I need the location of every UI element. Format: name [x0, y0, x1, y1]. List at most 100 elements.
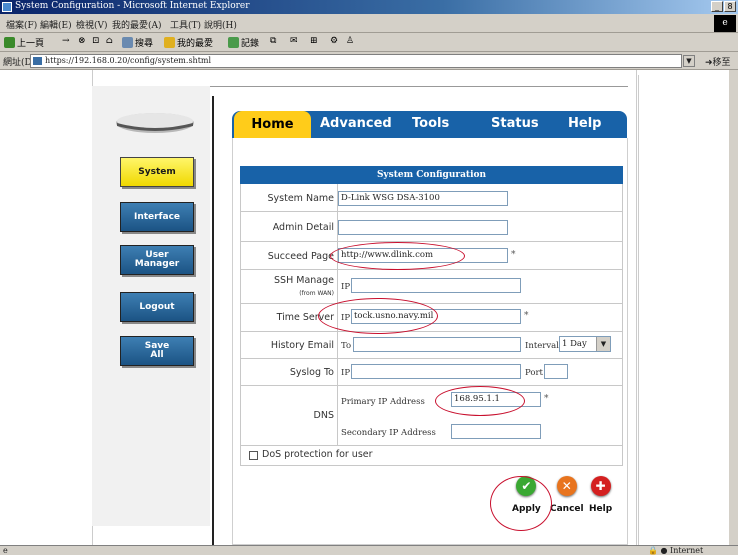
- nav-user-manager-label: User Manager: [134, 250, 180, 269]
- admin-detail-label: Admin Detail: [272, 222, 334, 233]
- ssh-manage-ip-input[interactable]: [351, 278, 521, 293]
- succeed-page-required: *: [511, 250, 516, 260]
- window-controls: _ 8: [711, 1, 736, 12]
- address-input[interactable]: https://192.168.0.20/config/system.shtml: [30, 54, 682, 68]
- cancel-label: Cancel: [550, 504, 584, 514]
- history-email-input[interactable]: [353, 337, 521, 352]
- config-header: System Configuration: [240, 166, 623, 184]
- nav-interface-button[interactable]: Interface: [120, 202, 194, 232]
- go-button[interactable]: ➜移至: [705, 55, 731, 68]
- interval-label: Interval: [525, 341, 559, 351]
- nav-system-label: System: [138, 166, 176, 177]
- menu-help[interactable]: 說明(H): [204, 18, 237, 31]
- history-email-label: History Email: [270, 340, 334, 351]
- home-button[interactable]: ⌂: [106, 36, 113, 46]
- favorites-button[interactable]: 我的最愛: [164, 36, 213, 49]
- row-system-name: System Name D-Link WSG DSA-3100: [240, 184, 623, 212]
- search-button[interactable]: 搜尋: [122, 36, 153, 49]
- print-button[interactable]: ✉: [290, 36, 298, 46]
- help-button[interactable]: ✚ Help: [589, 476, 612, 514]
- menu-tools[interactable]: 工具(T): [170, 18, 201, 31]
- interval-value: 1 Day: [562, 339, 587, 349]
- sidebar-divider: [212, 96, 214, 545]
- ie-throbber-icon: e: [714, 15, 736, 32]
- time-server-label: Time Server: [276, 312, 334, 323]
- tab-advanced[interactable]: Advanced: [320, 116, 392, 131]
- syslog-port-input[interactable]: [544, 364, 568, 379]
- cancel-button[interactable]: ✕ Cancel: [550, 476, 584, 514]
- syslog-ip-label: IP: [341, 368, 351, 378]
- back-button[interactable]: 上一頁: [4, 36, 44, 49]
- chevron-down-icon: ▼: [596, 337, 610, 351]
- nav-interface-label: Interface: [133, 211, 181, 222]
- succeed-page-input[interactable]: http://www.dlink.com: [338, 248, 508, 263]
- row-separator: [337, 332, 338, 358]
- nav-user-manager-button[interactable]: User Manager: [120, 245, 194, 275]
- history-icon: [228, 37, 239, 48]
- status-zone-label: Internet: [670, 546, 704, 555]
- row-separator: [337, 270, 338, 303]
- menu-view[interactable]: 檢視(V): [76, 18, 108, 31]
- help-label: Help: [589, 504, 613, 514]
- ssh-manage-label: SSH Manage: [274, 275, 334, 286]
- favorites-label: 我的最愛: [177, 39, 214, 49]
- address-url: https://192.168.0.20/config/system.shtml: [45, 56, 212, 65]
- tab-tools[interactable]: Tools: [412, 116, 449, 131]
- status-zone: 🔒 ● Internet: [648, 546, 704, 555]
- maximize-button[interactable]: 8: [724, 1, 736, 12]
- forward-button[interactable]: →: [62, 36, 70, 46]
- nav-save-all-label: Save All: [144, 341, 170, 360]
- nav-logout-button[interactable]: Logout: [120, 292, 194, 322]
- succeed-page-label: Succeed Page: [267, 251, 334, 262]
- row-dns: DNS Primary IP Address 168.95.1.1 * Seco…: [240, 386, 623, 446]
- refresh-button[interactable]: ⊡: [92, 36, 100, 46]
- tab-home[interactable]: Home: [234, 111, 311, 138]
- status-bar: e 🔒 ● Internet: [0, 545, 738, 555]
- apply-button[interactable]: ✔ Apply: [512, 476, 541, 514]
- dns-primary-label: Primary IP Address: [341, 397, 425, 407]
- row-succeed-page: Succeed Page http://www.dlink.com *: [240, 242, 623, 270]
- check-icon: ✔: [516, 476, 537, 496]
- history-label: 記錄: [241, 39, 260, 49]
- back-arrow-icon: [4, 37, 15, 48]
- nav-save-all-button[interactable]: Save All: [120, 336, 194, 366]
- page-icon: [33, 57, 42, 65]
- dns-secondary-label: Secondary IP Address: [341, 428, 436, 438]
- address-dropdown-icon[interactable]: ▼: [683, 55, 695, 67]
- dns-primary-input[interactable]: 168.95.1.1: [451, 392, 541, 407]
- tab-status[interactable]: Status: [491, 116, 539, 131]
- messenger-button[interactable]: ♙: [346, 36, 354, 46]
- menu-file[interactable]: 檔案(F): [6, 18, 37, 31]
- row-separator: [337, 359, 338, 385]
- menu-favorites[interactable]: 我的最愛(A): [112, 18, 162, 31]
- dns-secondary-input[interactable]: [451, 424, 541, 439]
- mail-button[interactable]: ⧉: [270, 36, 276, 46]
- admin-detail-input[interactable]: [338, 220, 508, 235]
- dns-required: *: [544, 394, 549, 404]
- time-server-input[interactable]: tock.usno.navy.mil: [351, 309, 521, 324]
- syslog-port-label: Port: [525, 368, 543, 378]
- history-button[interactable]: 記錄: [228, 36, 259, 49]
- edit-button[interactable]: ⊞: [310, 36, 318, 46]
- row-dos-protection: DoS protection for user: [240, 446, 623, 466]
- menu-edit[interactable]: 編輯(E): [40, 18, 72, 31]
- stop-button[interactable]: ⊗: [78, 36, 86, 46]
- ssh-manage-sublabel: (from WAN): [299, 290, 334, 297]
- row-separator: [337, 386, 338, 445]
- go-label: 移至: [712, 58, 731, 68]
- row-time-server: Time Server IP tock.usno.navy.mil *: [240, 304, 623, 332]
- dos-protection-checkbox[interactable]: [249, 451, 258, 460]
- nav-logout-label: Logout: [139, 301, 175, 312]
- system-name-input[interactable]: D-Link WSG DSA-3100: [338, 191, 508, 206]
- discuss-button[interactable]: ⚙: [330, 36, 338, 46]
- row-admin-detail: Admin Detail: [240, 212, 623, 242]
- help-plus-icon: ✚: [590, 476, 611, 496]
- minimize-button[interactable]: _: [711, 1, 723, 12]
- nav-system-button[interactable]: System: [120, 157, 194, 187]
- syslog-ip-input[interactable]: [351, 364, 521, 379]
- window-title: System Configuration - Microsoft Interne…: [15, 1, 250, 11]
- tab-help[interactable]: Help: [568, 116, 601, 131]
- row-syslog-to: Syslog To IP Port: [240, 359, 623, 386]
- vertical-scrollbar[interactable]: [729, 70, 738, 545]
- interval-select[interactable]: 1 Day ▼: [559, 336, 611, 352]
